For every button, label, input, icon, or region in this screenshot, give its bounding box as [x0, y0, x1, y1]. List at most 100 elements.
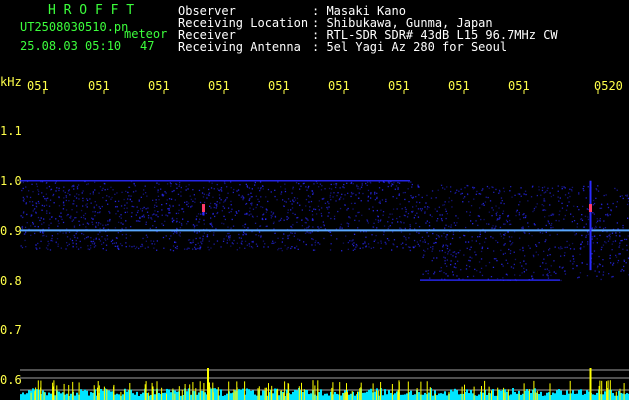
noise-pixel [71, 209, 73, 211]
noise-pixel [436, 210, 438, 212]
noise-pixel [594, 270, 596, 272]
noise-pixel [359, 247, 361, 249]
noise-pixel [173, 219, 175, 221]
noise-pixel [258, 200, 260, 203]
noise-pixel [467, 241, 470, 243]
noise-pixel [615, 232, 617, 234]
noise-pixel [550, 274, 552, 277]
noise-pixel [520, 195, 522, 197]
noise-pixel [610, 262, 612, 264]
noise-pixel [493, 191, 495, 193]
noise-pixel [155, 214, 157, 216]
noise-pixel [518, 212, 520, 214]
noise-pixel [566, 246, 568, 248]
noise-pixel [408, 237, 410, 239]
noise-pixel [145, 234, 148, 236]
noise-pixel [114, 227, 117, 229]
noise-pixel [347, 241, 349, 244]
noise-pixel [85, 226, 87, 228]
noise-pixel [156, 249, 158, 251]
floor-peak [184, 384, 186, 400]
noise-floor-bar [412, 394, 414, 400]
noise-pixel [78, 194, 80, 196]
noise-pixel [446, 247, 449, 250]
noise-pixel [602, 271, 605, 273]
noise-pixel [509, 190, 511, 192]
noise-pixel [119, 243, 122, 245]
noise-floor-bar [440, 393, 442, 400]
noise-pixel [549, 192, 551, 194]
noise-pixel [208, 249, 210, 251]
noise-pixel [25, 231, 27, 233]
noise-pixel [469, 256, 471, 258]
noise-pixel [347, 192, 349, 194]
noise-pixel [57, 220, 59, 222]
noise-pixel [448, 201, 450, 203]
noise-pixel [541, 187, 544, 189]
noise-pixel [176, 232, 178, 234]
noise-pixel [591, 238, 593, 240]
noise-pixel [568, 244, 571, 246]
noise-pixel [557, 185, 559, 187]
noise-pixel [499, 215, 501, 217]
noise-pixel [602, 227, 605, 230]
noise-pixel [94, 215, 96, 217]
noise-pixel [500, 197, 503, 199]
noise-pixel [29, 196, 32, 199]
noise-pixel [399, 216, 401, 218]
noise-pixel [607, 215, 609, 217]
noise-pixel [92, 240, 95, 243]
noise-pixel [445, 210, 447, 212]
noise-pixel [442, 187, 444, 189]
noise-pixel [224, 200, 226, 202]
noise-pixel [128, 195, 130, 197]
noise-pixel [578, 276, 580, 278]
noise-pixel [73, 188, 75, 190]
noise-pixel [455, 253, 457, 255]
noise-pixel [140, 196, 142, 198]
noise-pixel [397, 188, 399, 190]
hrofft-spectrogram-window: H R O F F T UT2508030510.pn meteor 25.08… [0, 0, 629, 400]
noise-pixel [502, 210, 505, 212]
noise-pixel [225, 235, 228, 237]
noise-pixel [241, 243, 243, 245]
noise-pixel [218, 194, 221, 196]
noise-pixel [361, 214, 363, 216]
floor-peak [615, 391, 617, 400]
noise-pixel [76, 188, 79, 190]
floor-peak [174, 393, 176, 400]
noise-pixel [333, 218, 336, 220]
noise-pixel [449, 243, 452, 245]
noise-pixel [624, 238, 626, 240]
noise-pixel [356, 245, 358, 247]
noise-pixel [82, 217, 85, 219]
noise-pixel [450, 224, 452, 226]
noise-pixel [396, 217, 398, 220]
noise-pixel [583, 226, 585, 228]
noise-pixel [580, 243, 582, 246]
noise-pixel [537, 228, 539, 230]
noise-pixel [444, 262, 446, 265]
noise-pixel [596, 267, 599, 269]
noise-pixel [149, 227, 151, 230]
noise-pixel [124, 204, 126, 206]
noise-pixel [282, 237, 284, 240]
noise-pixel [523, 271, 525, 273]
noise-pixel [394, 188, 396, 190]
noise-floor-bar [290, 394, 292, 400]
noise-pixel [226, 197, 228, 199]
noise-pixel [203, 219, 205, 221]
noise-pixel [458, 252, 460, 254]
noise-pixel [36, 248, 38, 250]
noise-pixel [252, 208, 255, 210]
noise-pixel [593, 250, 596, 252]
noise-pixel [73, 225, 76, 227]
noise-pixel [548, 249, 550, 251]
noise-pixel [84, 218, 86, 220]
noise-pixel [196, 224, 198, 226]
noise-floor-bar [26, 393, 28, 400]
noise-pixel [112, 189, 114, 191]
noise-pixel [184, 201, 186, 204]
noise-pixel [543, 198, 545, 200]
noise-pixel [94, 201, 96, 203]
